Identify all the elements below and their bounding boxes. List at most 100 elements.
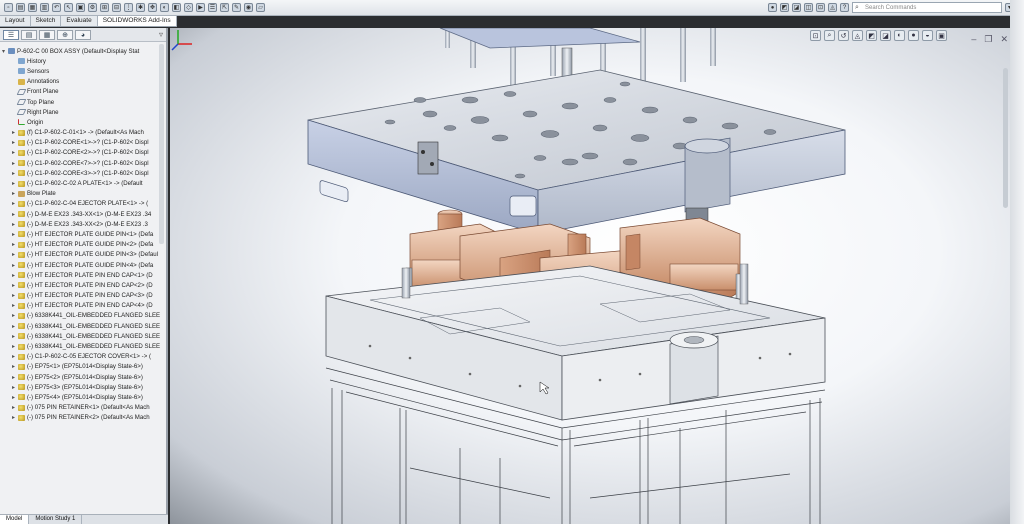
tree-item[interactable]: Front Plane: [2, 87, 164, 97]
graphics-area[interactable]: ⊡ ⌕ ↺ ◬ ◩ ◪ ◐ ● ◒ ▣ – ❐ ✕: [170, 28, 1024, 524]
view-orientation-icon[interactable]: ◩: [866, 30, 877, 41]
view-settings-icon[interactable]: ▣: [936, 30, 947, 41]
feature-tree: ▾ P-602-C 00 BOX ASSY (Default<Display S…: [0, 42, 166, 423]
tree-root-assembly[interactable]: ▾ P-602-C 00 BOX ASSY (Default<Display S…: [2, 46, 164, 56]
open-icon[interactable]: ▤: [16, 3, 25, 12]
help-icon[interactable]: ?: [840, 3, 849, 12]
zoom-to-fit-icon[interactable]: ⊡: [816, 3, 825, 12]
save-icon[interactable]: ▦: [28, 3, 37, 12]
tree-item[interactable]: ▸ (-) HT EJECTOR PLATE GUIDE PIN<3> (Defa…: [2, 250, 164, 260]
rebuild-icon[interactable]: ▣: [76, 3, 85, 12]
tree-item[interactable]: ▸ (-) 075 PIN RETAINER<1> (Default<As Mac…: [2, 403, 164, 413]
undo-icon[interactable]: ↶: [52, 3, 61, 12]
print-icon[interactable]: ▥: [40, 3, 49, 12]
tree-item[interactable]: ▸ (-) 6338K441_OIL-EMBEDDED FLANGED SLEE: [2, 311, 164, 321]
smart-fasteners-icon[interactable]: ✱: [136, 3, 145, 12]
minimize-icon[interactable]: –: [971, 34, 976, 45]
tab-sketch[interactable]: Sketch: [30, 16, 62, 26]
new-motion-study-icon[interactable]: ▶: [196, 3, 205, 12]
previous-view-icon[interactable]: ↺: [838, 30, 849, 41]
tree-item[interactable]: ▸ (-) HT EJECTOR PLATE PIN END CAP<1> (D: [2, 270, 164, 280]
view-orientation-icon[interactable]: ◩: [780, 3, 789, 12]
section-view-icon[interactable]: ◬: [852, 30, 863, 41]
feature-tree-scrollbar[interactable]: [159, 44, 164, 244]
tree-item[interactable]: ▸ (-) 6338K441_OIL-EMBEDDED FLANGED SLEE: [2, 341, 164, 351]
new-document-icon[interactable]: ▫: [4, 3, 13, 12]
tree-item[interactable]: ▸ (-) HT EJECTOR PLATE PIN END CAP<2> (D: [2, 280, 164, 290]
sketch-icon[interactable]: ▱: [256, 3, 265, 12]
tree-item[interactable]: ▸ (-) EP75<1> (EP75L014<Display State-6>): [2, 362, 164, 372]
tree-item[interactable]: ▸ (-) C1-P-602-C-02 A PLATE<1> -> (Defaul…: [2, 178, 164, 188]
tree-item[interactable]: ▸ (-) C1-P-602-C-04 EJECTOR PLATE<1> -> (: [2, 199, 164, 209]
a-plate: [307, 69, 846, 235]
mate-icon[interactable]: ⊟: [112, 3, 121, 12]
tab-solidworks-add-ins[interactable]: SOLIDWORKS Add-Ins: [97, 16, 177, 26]
tree-item[interactable]: ▸ Blow Plate: [2, 189, 164, 199]
tree-item[interactable]: History: [2, 56, 164, 66]
tree-item[interactable]: Right Plane: [2, 107, 164, 117]
property-manager-tab-icon[interactable]: ▤: [21, 30, 37, 40]
tree-item[interactable]: ▸ (-) HT EJECTOR PLATE GUIDE PIN<1> (Defa: [2, 229, 164, 239]
camera-icon[interactable]: ◉: [244, 3, 253, 12]
feature-tree-tab-icon[interactable]: ☰: [3, 30, 19, 40]
feature-manager-tabs: ☰ ▤ ▦ ⊕ ◕ ▿: [0, 28, 166, 42]
edit-appearance-icon[interactable]: ●: [908, 30, 919, 41]
tree-item[interactable]: ▸ (-) EP75<3> (EP75L014<Display State-6>): [2, 382, 164, 392]
hide-show-items-icon[interactable]: ◫: [804, 3, 813, 12]
display-style-icon[interactable]: ◪: [792, 3, 801, 12]
section-view-icon[interactable]: ◬: [828, 3, 837, 12]
show-hidden-icon[interactable]: ◐: [160, 3, 169, 12]
tree-item[interactable]: Origin: [2, 117, 164, 127]
restore-icon[interactable]: ❐: [984, 34, 992, 45]
display-manager-tab-icon[interactable]: ◕: [75, 30, 91, 40]
options-icon[interactable]: ⚙: [88, 3, 97, 12]
tree-item[interactable]: ▸ (-) 075 PIN RETAINER<2> (Default<As Mac…: [2, 413, 164, 423]
dimxpert-tab-icon[interactable]: ⊕: [57, 30, 73, 40]
tree-item[interactable]: ▸ (-) HT EJECTOR PLATE GUIDE PIN<2> (Defa: [2, 240, 164, 250]
zoom-to-fit-icon[interactable]: ⊡: [810, 30, 821, 41]
insert-component-icon[interactable]: ⊞: [100, 3, 109, 12]
tree-item[interactable]: ▸ (-) C1-P-602-C-05 EJECTOR COVER<1> -> (: [2, 352, 164, 362]
search-commands-input[interactable]: ⌕ Search Commands: [852, 2, 1002, 13]
instant3d-icon[interactable]: ✎: [232, 3, 241, 12]
tab-model[interactable]: Model: [0, 515, 30, 524]
display-style-icon[interactable]: ◪: [880, 30, 891, 41]
tree-item[interactable]: ▸ (-) C1-P-602-CORE<3>->? (C1-P-602< Disp…: [2, 168, 164, 178]
tree-item-label: (-) C1-P-602-C-04 EJECTOR PLATE<1> -> (: [27, 200, 149, 208]
apply-scene-icon[interactable]: ◒: [922, 30, 933, 41]
window-controls: – ❐ ✕: [971, 34, 1008, 45]
move-component-icon[interactable]: ✥: [148, 3, 157, 12]
tree-item[interactable]: Sensors: [2, 66, 164, 76]
bill-of-materials-icon[interactable]: ☰: [208, 3, 217, 12]
tree-item[interactable]: ▸ (f) C1-P-602-C-01<1> -> (Default<As Mac…: [2, 128, 164, 138]
tree-item[interactable]: Annotations: [2, 77, 164, 87]
tree-item[interactable]: Top Plane: [2, 97, 164, 107]
tree-item[interactable]: ▸ (-) EP75<4> (EP75L014<Display State-6>): [2, 392, 164, 402]
linear-pattern-icon[interactable]: ⋮: [124, 3, 133, 12]
tab-evaluate[interactable]: Evaluate: [61, 16, 98, 26]
tab-layout[interactable]: Layout: [0, 16, 31, 26]
tree-item[interactable]: ▸ (-) C1-P-602-CORE<1>->? (C1-P-602< Disp…: [2, 138, 164, 148]
tree-item[interactable]: ▸ (-) 6338K441_OIL-EMBEDDED FLANGED SLEE: [2, 321, 164, 331]
filter-icon[interactable]: ▿: [159, 30, 163, 39]
tree-item[interactable]: ▸ (-) EP75<2> (EP75L014<Display State-6>): [2, 372, 164, 382]
tree-item[interactable]: ▸ (-) HT EJECTOR PLATE GUIDE PIN<4> (Defa: [2, 260, 164, 270]
tab-motion-study[interactable]: Motion Study 1: [29, 515, 83, 524]
vertical-scrollbar[interactable]: [1003, 68, 1008, 208]
exploded-view-icon[interactable]: ⇱: [220, 3, 229, 12]
zoom-to-area-icon[interactable]: ⌕: [824, 30, 835, 41]
tree-item[interactable]: ▸ (-) C1-P-602-CORE<7>->? (C1-P-602< Disp…: [2, 158, 164, 168]
hide-show-icon[interactable]: ◐: [894, 30, 905, 41]
close-icon[interactable]: ✕: [1000, 34, 1008, 45]
tree-item[interactable]: ▸ (-) D-M-E EX23 .343-XX<1> (D-M-E EX23 .…: [2, 209, 164, 219]
select-icon[interactable]: ↖: [64, 3, 73, 12]
tree-item[interactable]: ▸ (-) HT EJECTOR PLATE PIN END CAP<4> (D: [2, 301, 164, 311]
appearance-icon[interactable]: ●: [768, 3, 777, 12]
reference-geometry-icon[interactable]: ◇: [184, 3, 193, 12]
tree-item[interactable]: ▸ (-) HT EJECTOR PLATE PIN END CAP<3> (D: [2, 291, 164, 301]
tree-item[interactable]: ▸ (-) 6338K441_OIL-EMBEDDED FLANGED SLEE: [2, 331, 164, 341]
configuration-manager-tab-icon[interactable]: ▦: [39, 30, 55, 40]
assembly-features-icon[interactable]: ◧: [172, 3, 181, 12]
tree-item[interactable]: ▸ (-) D-M-E EX23 .343-XX<2> (D-M-E EX23 .…: [2, 219, 164, 229]
tree-item[interactable]: ▸ (-) C1-P-602-CORE<2>->? (C1-P-602< Disp…: [2, 148, 164, 158]
